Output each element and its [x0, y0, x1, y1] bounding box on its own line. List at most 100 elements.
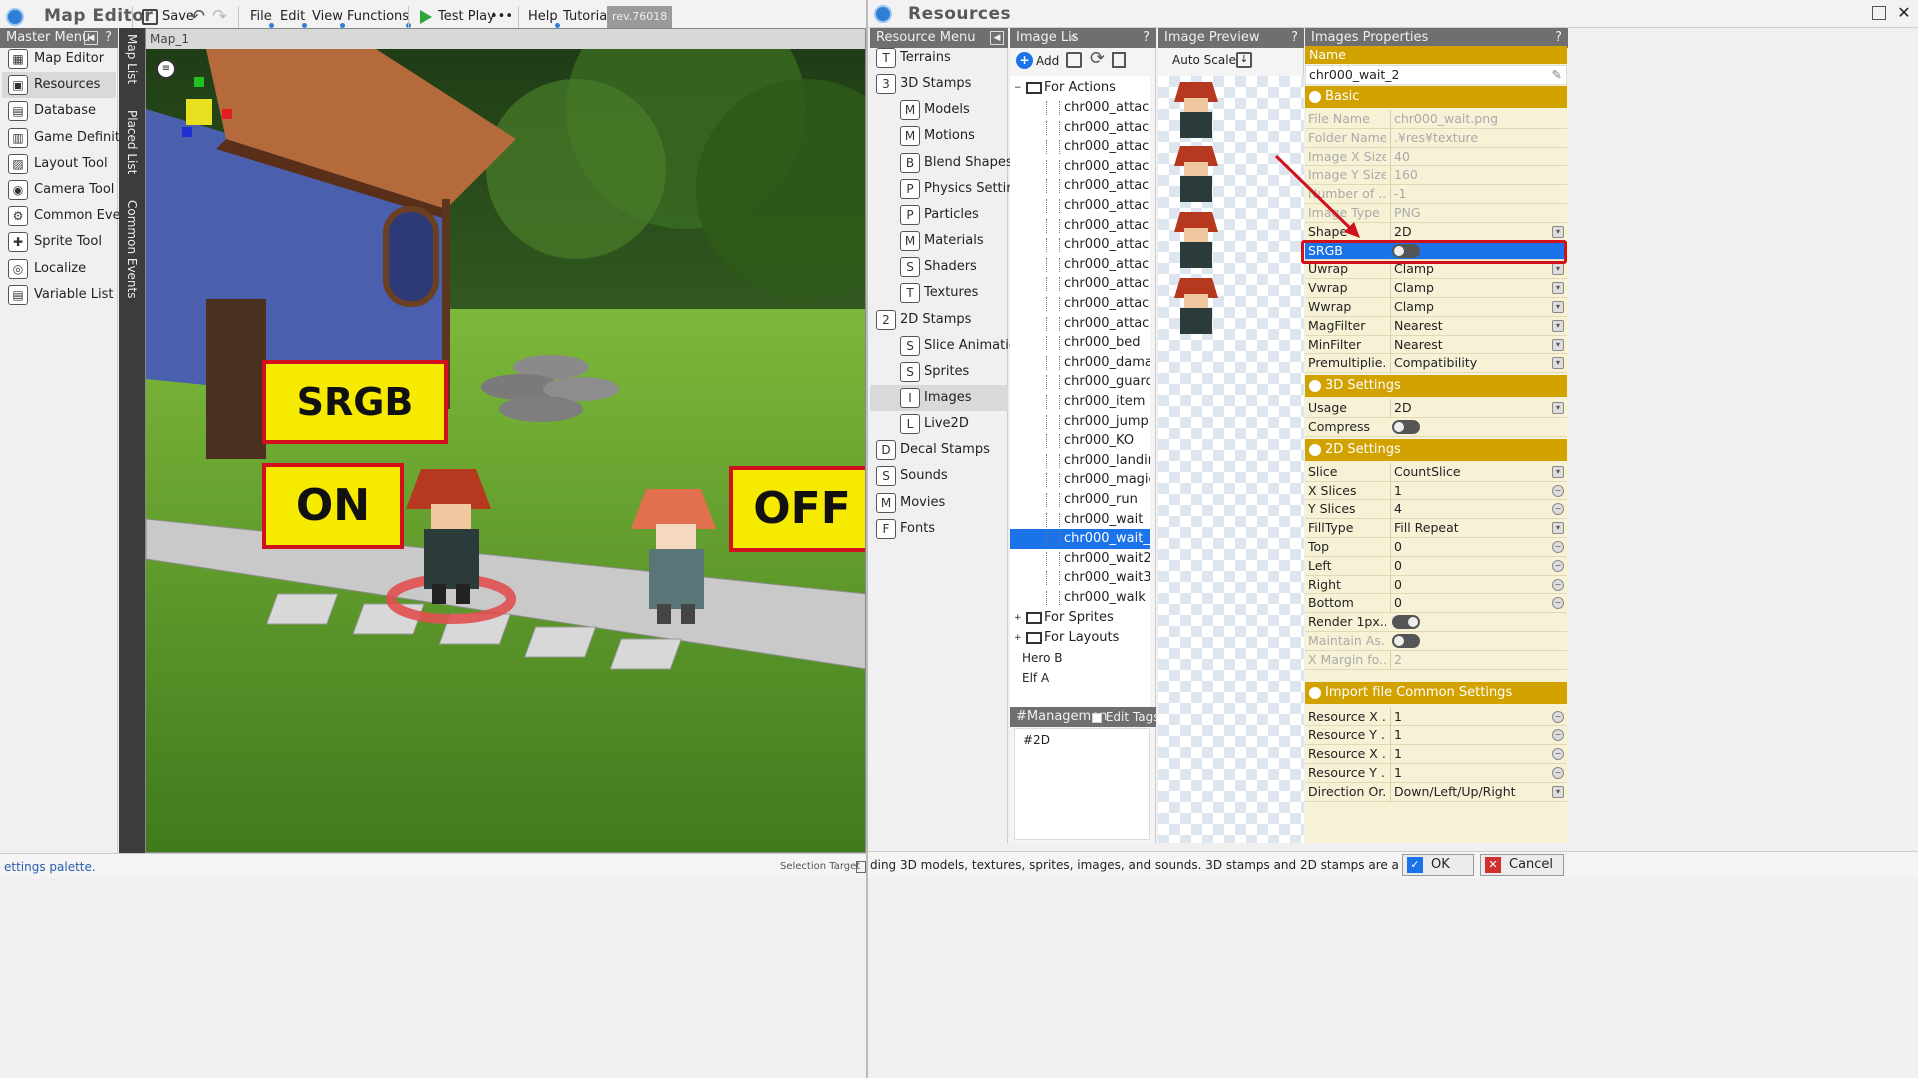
image-list-item[interactable]: chr000_attacl: [1010, 157, 1150, 177]
tab-placed-list[interactable]: Placed List: [125, 110, 139, 174]
resource-menu-item-physics-settings[interactable]: P Physics Settings: [870, 176, 1030, 202]
image-list-item[interactable]: chr000_attacl: [1010, 196, 1150, 216]
image-list-item[interactable]: chr000_item: [1010, 392, 1150, 412]
tab-map-list[interactable]: Map List: [125, 34, 139, 84]
stepper-icon[interactable]: −: [1552, 597, 1564, 610]
prop-row-vwrap[interactable]: Vwrap Clamp ▾: [1305, 279, 1567, 298]
close-icon[interactable]: ✕: [1890, 2, 1918, 24]
view-menu[interactable]: View: [312, 6, 345, 28]
master-menu-item-database[interactable]: ▤ Database: [2, 98, 116, 124]
image-list-item[interactable]: chr000_wait_: [1010, 529, 1150, 549]
master-menu-item-common-events[interactable]: ⚙ Common Events: [2, 203, 141, 229]
resource-menu-item-3d-stamps[interactable]: 3 3D Stamps: [870, 71, 1008, 97]
prop-row-direction-or[interactable]: Direction Or... Down/Left/Up/Right ▾: [1305, 782, 1567, 802]
resource-menu-item-motions[interactable]: M Motions: [870, 123, 1008, 149]
folder-for-layouts[interactable]: + For Layouts: [1014, 628, 1119, 648]
section-s2d-section[interactable]: 2D Settings: [1305, 438, 1567, 461]
auto-scale-button[interactable]: Auto Scale: [1172, 53, 1236, 67]
prop-row-y-slices[interactable]: Y Slices 4−: [1305, 500, 1567, 520]
tab-common-events[interactable]: Common Events: [125, 200, 139, 299]
functions-menu[interactable]: Functions: [347, 6, 412, 28]
master-menu-item-camera-tool[interactable]: ◉ Camera Tool: [2, 177, 116, 203]
prop-row-resource-y[interactable]: Resource Y ... 1−: [1305, 726, 1567, 746]
resource-menu-item-models[interactable]: M Models: [870, 97, 1008, 123]
resource-menu-item-fonts[interactable]: F Fonts: [870, 516, 1008, 542]
dropdown-icon[interactable]: ▾: [1552, 301, 1564, 313]
image-list-item[interactable]: chr000_attacl: [1010, 137, 1150, 157]
file-menu[interactable]: File: [250, 6, 274, 28]
dropdown-icon[interactable]: ▾: [1552, 785, 1564, 798]
map-viewport[interactable]: Map_1 ≡ SRGB ON OFF: [145, 28, 866, 853]
dropdown-icon[interactable]: ▾: [1552, 465, 1564, 478]
master-menu-item-map-editor[interactable]: ▦ Map Editor: [2, 46, 116, 72]
edit-menu[interactable]: Edit: [280, 6, 308, 28]
prop-row-wwrap[interactable]: Wwrap Clamp ▾: [1305, 298, 1567, 317]
refresh-icon[interactable]: ⟳: [1090, 48, 1105, 69]
download-icon[interactable]: ↓: [1236, 52, 1252, 68]
image-list-item[interactable]: chr000_magic: [1010, 470, 1150, 490]
help-icon[interactable]: ?: [1143, 28, 1150, 48]
image-list-item[interactable]: chr000_attacl: [1010, 255, 1150, 275]
ok-button[interactable]: ✓ OK: [1402, 854, 1474, 876]
image-list-item[interactable]: chr000_jumpi: [1010, 412, 1150, 432]
restore-icon[interactable]: [1872, 6, 1886, 20]
search-icon[interactable]: ⌕: [1070, 28, 1077, 48]
dropdown-icon[interactable]: ▾: [1552, 522, 1564, 535]
resource-menu-item-shaders[interactable]: S Shaders: [870, 254, 1008, 280]
map-tab[interactable]: Map_1: [150, 32, 189, 46]
undo-icon[interactable]: ↶: [190, 6, 205, 28]
prop-row-magfilter[interactable]: MagFilter Nearest ▾: [1305, 316, 1567, 336]
prop-row-filltype[interactable]: FillType Fill Repeat ▾: [1305, 519, 1567, 538]
prop-row-premultiplie[interactable]: Premultiplie... Compatibility ▾: [1305, 354, 1567, 374]
image-list-item[interactable]: chr000_bed: [1010, 333, 1150, 353]
image-list-item[interactable]: chr000_wait3: [1010, 568, 1150, 588]
folder-for-actions[interactable]: − For Actions: [1014, 78, 1116, 98]
master-menu-item-layout-tool[interactable]: ▨ Layout Tool: [2, 151, 116, 177]
resource-menu-item-sprites[interactable]: S Sprites: [870, 359, 1008, 385]
resource-menu-item-sounds[interactable]: S Sounds: [870, 463, 1008, 489]
section-s3d-section[interactable]: 3D Settings: [1305, 375, 1567, 398]
add-button[interactable]: + Add: [1016, 52, 1059, 70]
test-play-button[interactable]: Test Play: [420, 6, 495, 28]
stepper-icon[interactable]: −: [1552, 748, 1564, 761]
tag-2d[interactable]: #2D: [1023, 733, 1050, 747]
resource-menu-item-movies[interactable]: M Movies: [870, 490, 1008, 516]
prop-row-compress[interactable]: Compress: [1305, 418, 1567, 437]
section-basic-section[interactable]: Basic: [1305, 86, 1567, 108]
redo-icon[interactable]: ↷: [212, 6, 227, 28]
stepper-icon[interactable]: −: [1552, 503, 1564, 516]
stepper-icon[interactable]: −: [1552, 710, 1564, 723]
collapse-icon[interactable]: ◀: [84, 31, 98, 45]
dropdown-icon[interactable]: ▾: [1552, 319, 1564, 332]
master-menu-item-variable-list[interactable]: ▤ Variable List: [2, 282, 116, 308]
master-menu-item-localize[interactable]: ◎ Localize: [2, 256, 116, 282]
image-list-item[interactable]: chr000_attacl: [1010, 176, 1150, 196]
image-list-item[interactable]: chr000_attacl: [1010, 118, 1150, 138]
dropdown-icon[interactable]: ▾: [1552, 263, 1564, 276]
item-hero-b[interactable]: Hero B: [1022, 648, 1062, 668]
dropdown-icon[interactable]: ▾: [1552, 357, 1564, 370]
resource-menu-item-decal-stamps[interactable]: D Decal Stamps: [870, 437, 1008, 463]
image-list-item[interactable]: chr000_landir: [1010, 451, 1150, 471]
stepper-icon[interactable]: −: [1552, 767, 1564, 779]
selection-target-icon[interactable]: [856, 861, 866, 873]
resource-menu-item-slice-animation[interactable]: S Slice Animation: [870, 333, 1025, 359]
image-list-item[interactable]: chr000_dama: [1010, 353, 1150, 373]
resource-menu-item-blend-shapes[interactable]: B Blend Shapes: [870, 150, 1013, 176]
master-menu-item-resources[interactable]: ▣ Resources: [2, 72, 116, 99]
stepper-icon[interactable]: −: [1552, 729, 1564, 742]
name-field[interactable]: chr000_wait_2 ✎: [1305, 65, 1567, 85]
map-menu-icon[interactable]: ≡: [156, 59, 176, 79]
help-icon[interactable]: ?: [105, 28, 112, 48]
stepper-icon[interactable]: −: [1552, 541, 1564, 553]
prop-row-render-1px[interactable]: Render 1px...: [1305, 613, 1567, 632]
stepper-icon[interactable]: −: [1552, 578, 1564, 591]
copy-icon[interactable]: [1112, 52, 1126, 68]
add-folder-icon[interactable]: [1066, 52, 1082, 68]
dropdown-icon[interactable]: ▾: [1552, 282, 1564, 295]
resource-menu-item-textures[interactable]: T Textures: [870, 280, 1008, 306]
edit-tags-button[interactable]: Edit Tags: [1092, 707, 1156, 727]
resource-menu-item-particles[interactable]: P Particles: [870, 202, 1008, 228]
save-button[interactable]: Save: [142, 6, 194, 28]
resource-menu-item-live2d[interactable]: L Live2D: [870, 411, 1008, 437]
